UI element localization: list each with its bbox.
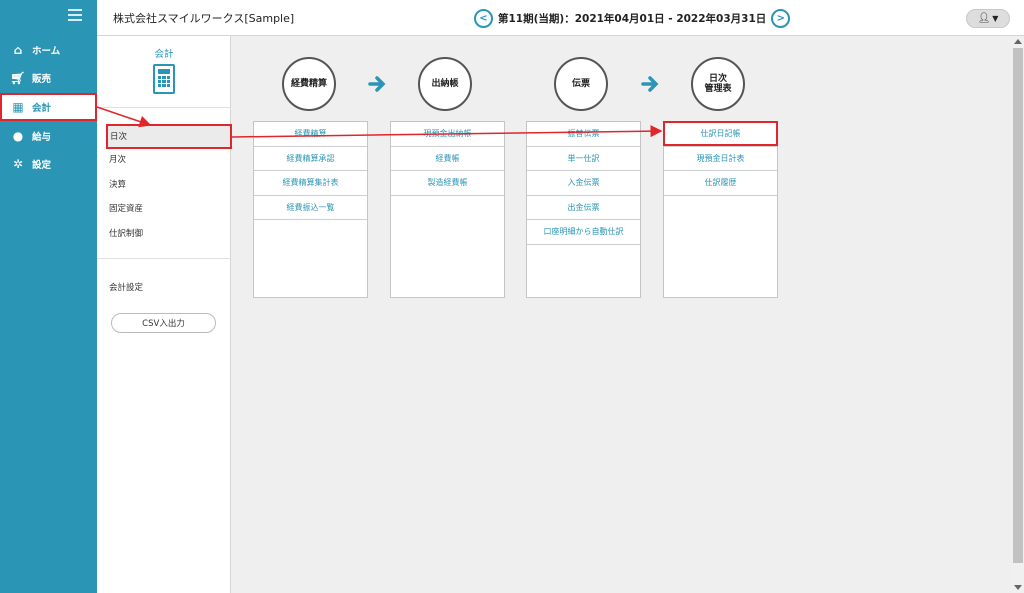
flow-circle-voucher: 伝票 [554,57,608,111]
scroll-up-icon[interactable] [1014,39,1022,44]
gear-icon: ✲ [12,157,24,171]
link-transfer-voucher[interactable]: 振替伝票 [527,122,640,147]
cashbook-links-panel: 現預金出納帳 経費帳 製造経費帳 [390,121,505,298]
link-expense-transfer-list[interactable]: 経費振込一覧 [254,196,367,220]
annotation-box-journal-diary [663,121,778,146]
nav-item-settings[interactable]: ✲ 設定 [0,152,97,176]
arrow-right-icon [368,76,386,92]
annotation-box-daily [106,124,232,149]
link-receipt-voucher[interactable]: 入金伝票 [527,171,640,196]
cart-icon: 🛒︎ [10,71,26,85]
flow-circle-label: 伝票 [571,78,590,89]
subnav-title: 会計 [154,49,174,60]
link-cash-deposit-book[interactable]: 現預金出納帳 [391,122,504,147]
flow-circle-expense: 経費精算 [282,57,336,111]
nav-item-label: 給与 [32,132,52,143]
link-payment-voucher[interactable]: 出金伝票 [527,196,640,220]
user-icon: 👤︎ [977,13,991,24]
calculator-icon [153,64,175,94]
flow-circle-label: 経費精算 [290,78,327,89]
flow-circle-label: 日次 管理表 [704,73,732,94]
nav-item-sales[interactable]: 🛒︎ 販売 [0,66,97,90]
link-expense-summary[interactable]: 経費精算集計表 [254,171,367,196]
scrollbar-thumb[interactable] [1013,48,1023,563]
scroll-down-icon[interactable] [1014,585,1022,590]
arrow-right-icon [641,76,659,92]
nav-item-home[interactable]: ⌂ ホーム [0,38,97,62]
link-auto-journal-from-bank[interactable]: 口座明細から自動仕訳 [527,220,640,245]
link-journal-history[interactable]: 仕訳履歴 [664,171,777,196]
link-manufacturing-expense-book[interactable]: 製造経費帳 [391,171,504,196]
link-expense-settlement[interactable]: 経費精算 [254,122,367,147]
nav-item-label: ホーム [32,46,61,57]
money-bag-icon: ● [12,129,24,143]
hamburger-menu-icon[interactable] [68,9,82,21]
csv-import-export-button[interactable]: CSV入出力 [111,313,216,333]
daily-reports-links-panel: 仕訳日記帳 現預金日計表 仕訳履歴 [663,121,778,298]
home-icon: ⌂ [13,43,23,57]
subnav-item-fixed-assets[interactable]: 固定資産 [109,202,143,214]
chevron-left-icon[interactable]: < [474,8,493,28]
subnav-item-monthly[interactable]: 月次 [109,153,126,165]
link-single-journal[interactable]: 単一仕訳 [527,147,640,171]
company-name: 株式会社スマイルワークス[Sample] [113,12,295,25]
link-expense-book[interactable]: 経費帳 [391,147,504,171]
vertical-scrollbar[interactable] [1012,36,1024,593]
nav-item-label: 販売 [32,74,52,85]
subnav-item-journal-control[interactable]: 仕訳制御 [109,227,143,239]
link-cash-daily-report[interactable]: 現預金日計表 [664,147,777,171]
subnav-item-accounting-settings[interactable]: 会計設定 [109,281,143,293]
link-expense-approval[interactable]: 経費精算承認 [254,147,367,171]
flow-circle-cashbook: 出納帳 [418,57,472,111]
chevron-right-icon[interactable]: > [771,8,791,28]
voucher-links-panel: 振替伝票 単一仕訳 入金伝票 出金伝票 口座明細から自動仕訳 [526,121,641,298]
flow-circle-label: 出納帳 [431,78,459,89]
period-selector: < 第11期(当期)：2021年04月01日 - 2022年03月31日 > [474,8,791,28]
accounting-subnav: 会計 日次 月次 決算 固定資産 仕訳制御 会計設定 CSV入出力 [97,36,231,593]
flow-circle-daily-reports: 日次 管理表 [691,57,745,111]
expense-links-panel: 経費精算 経費精算承認 経費精算集計表 経費振込一覧 [253,121,368,298]
main-sidebar: ⌂ ホーム 🛒︎ 販売 ▦ 会計 ● 給与 ✲ 設定 [0,0,97,593]
nav-item-payroll[interactable]: ● 給与 [0,124,97,148]
nav-item-label: 設定 [32,160,52,171]
period-label: 第11期(当期)：2021年04月01日 - 2022年03月31日 [498,12,767,25]
top-header: 株式会社スマイルワークス[Sample] < 第11期(当期)：2021年04月… [97,0,1024,36]
annotation-box-accounting [0,93,97,121]
main-content: 経費精算 出納帳 伝票 日次 管理表 経費精算 経費精算承認 経費精算集計表 経費… [232,36,1012,593]
caret-down-icon: ▼ [992,14,999,23]
subnav-item-closing[interactable]: 決算 [109,178,126,190]
user-menu-button[interactable]: 👤︎ ▼ [966,9,1010,28]
